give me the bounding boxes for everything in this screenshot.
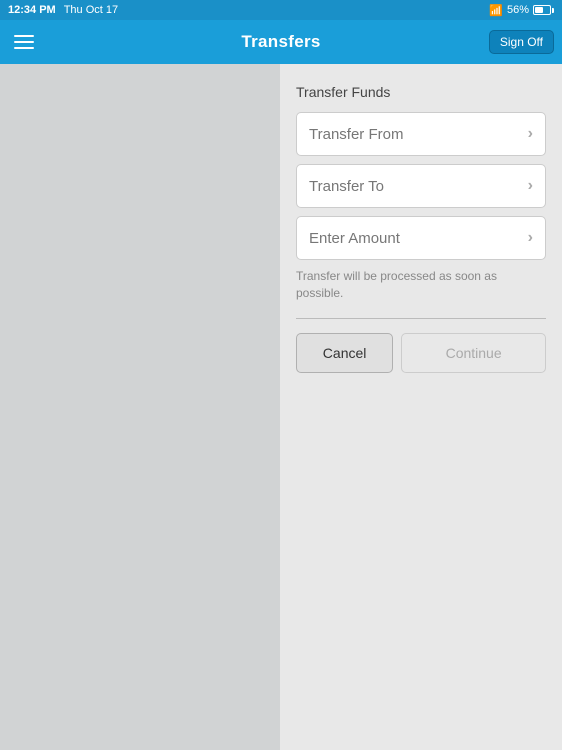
status-date: Thu Oct 17 [64, 4, 118, 16]
status-icons: 📶 56% [489, 4, 554, 17]
transfer-to-label: Transfer To [309, 178, 384, 195]
enter-amount-label: Enter Amount [309, 230, 400, 247]
divider [296, 318, 546, 319]
menu-icon-line3 [14, 47, 34, 49]
info-text: Transfer will be processed as soon as po… [296, 268, 546, 302]
sign-off-button[interactable]: Sign Off [489, 30, 554, 54]
sidebar [0, 64, 280, 750]
transfer-to-chevron-icon: › [528, 177, 533, 195]
enter-amount-chevron-icon: › [528, 229, 533, 247]
status-time: 12:34 PM [8, 4, 56, 16]
section-title: Transfer Funds [296, 84, 546, 100]
nav-bar: Transfers Sign Off [0, 20, 562, 64]
battery-percent: 56% [507, 4, 529, 16]
menu-button[interactable] [10, 31, 38, 53]
transfer-from-field[interactable]: Transfer From › [296, 112, 546, 156]
continue-button[interactable]: Continue [401, 333, 546, 373]
status-bar: 12:34 PM Thu Oct 17 📶 56% [0, 0, 562, 20]
page-title: Transfers [241, 32, 320, 52]
main-content: Transfer Funds Transfer From › Transfer … [0, 64, 562, 750]
buttons-row: Cancel Continue [296, 333, 546, 373]
cancel-button[interactable]: Cancel [296, 333, 393, 373]
enter-amount-field[interactable]: Enter Amount › [296, 216, 546, 260]
menu-icon-line2 [14, 41, 34, 43]
transfer-from-chevron-icon: › [528, 125, 533, 143]
transfer-to-field[interactable]: Transfer To › [296, 164, 546, 208]
right-panel: Transfer Funds Transfer From › Transfer … [280, 64, 562, 750]
battery-icon [533, 5, 554, 15]
wifi-icon: 📶 [489, 4, 503, 17]
transfer-from-label: Transfer From [309, 126, 403, 143]
menu-icon-line1 [14, 35, 34, 37]
